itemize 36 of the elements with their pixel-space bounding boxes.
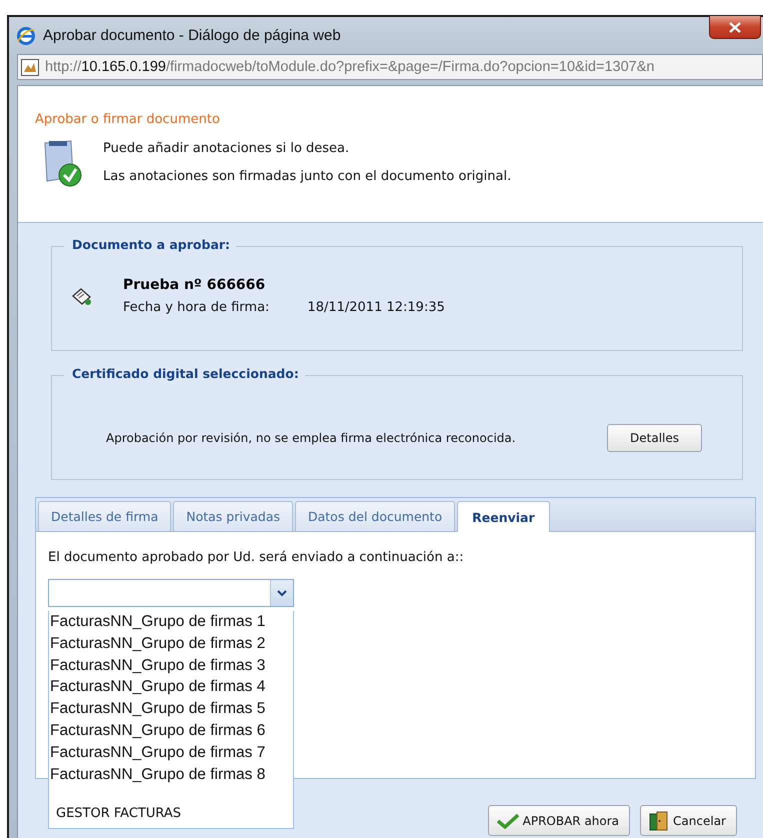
cancel-button[interactable]: Cancelar [640,805,737,836]
window-title: Aprobar documento - Diálogo de página web [43,27,341,44]
door-icon [649,810,670,830]
certificate-text: Aprobación por revisión, no se emplea firma electrónica reconocida. [106,430,516,444]
document-name: Prueba nº 666666 [123,277,266,293]
address-text: http://10.165.0.199/firmadocweb/toModule.do?prefix=&page=/Firma.do?opcion=10&id=1307&n [45,59,654,75]
panel-legend: Certificado digital seleccionado: [64,366,305,381]
approve-button[interactable]: APROBAR ahora [488,805,630,836]
dropdown-option[interactable]: FacturasNN_Grupo de firmas 2 [49,632,293,655]
info-text: Las anotaciones son firmadas junto con el documento original. [103,169,512,184]
page-icon [21,58,39,76]
checkmark-icon [496,812,519,828]
details-button[interactable]: Detalles [607,424,702,452]
tab[interactable]: Reenviar [457,501,550,532]
dropdown-option[interactable]: FacturasNN_Grupo de firmas 6 [49,720,293,742]
date-label: Fecha y hora de firma: [123,300,270,315]
chevron-down-icon [277,590,287,596]
tab[interactable]: Notas privadas [173,501,293,531]
dropdown-option[interactable]: FacturasNN_Grupo de firmas 4 [49,676,293,698]
dropdown-option[interactable]: FacturasNN_Grupo de firmas 5 [49,698,293,720]
forward-label: El documento aprobado por Ud. será enviado a continuación a:: [48,550,465,565]
dropdown-option[interactable]: FacturasNN_Grupo de firmas 7 [49,742,293,764]
dropdown-option[interactable]: FacturasNN_Grupo de firmas 8 [49,764,293,786]
dialog-heading: Aprobar o firmar documento [35,112,221,127]
dropdown-option[interactable]: FacturasNN_Grupo de firmas 3 [49,654,293,676]
dropdown-option[interactable]: FacturasNN_Grupo de firmas 1 [49,611,293,633]
tab[interactable]: Detalles de firma [38,501,172,531]
date-value: 18/11/2011 12:19:35 [307,300,445,315]
panel-legend: Documento a aprobar: [64,237,236,252]
tab[interactable]: Datos del documento [295,501,456,531]
browser-icon [17,26,35,44]
info-text: Puede añadir anotaciones si lo desea. [103,141,350,156]
document-seal-icon [71,286,93,306]
close-button[interactable] [709,16,761,39]
close-icon [729,22,741,32]
dropdown-option[interactable]: GESTOR FACTURAS [49,800,293,828]
